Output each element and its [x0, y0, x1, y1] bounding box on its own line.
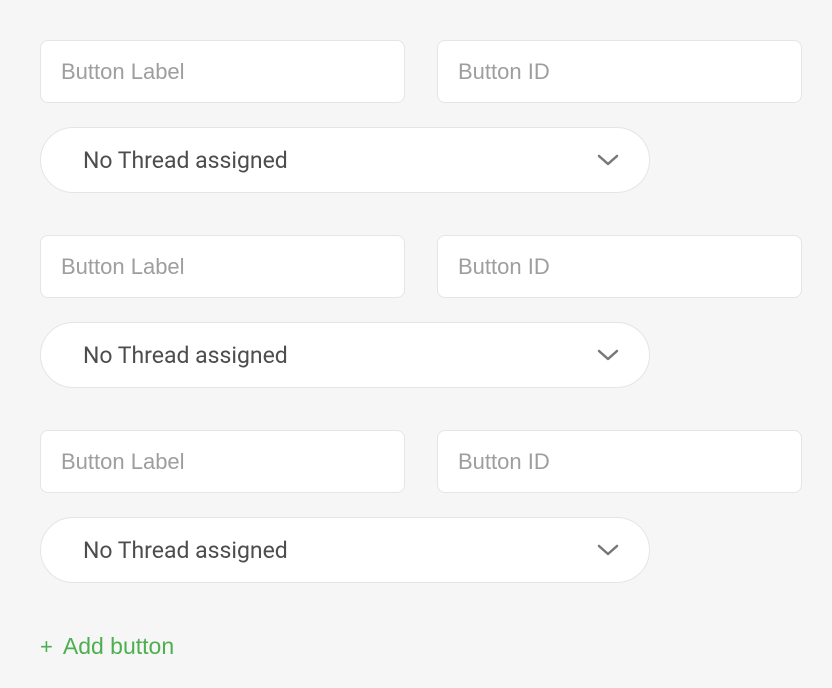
- input-pair: [40, 40, 802, 103]
- chevron-down-icon: [595, 537, 621, 563]
- input-pair: [40, 235, 802, 298]
- dropdown-selected-label: No Thread assigned: [83, 537, 288, 564]
- add-button[interactable]: + Add button: [40, 633, 802, 660]
- chevron-down-icon: [595, 147, 621, 173]
- button-config-row: No Thread assigned: [40, 430, 802, 583]
- dropdown-selected-label: No Thread assigned: [83, 342, 288, 369]
- input-pair: [40, 430, 802, 493]
- button-id-input[interactable]: [437, 430, 802, 493]
- thread-dropdown[interactable]: No Thread assigned: [40, 517, 650, 583]
- dropdown-selected-label: No Thread assigned: [83, 147, 288, 174]
- button-id-input[interactable]: [437, 235, 802, 298]
- chevron-down-icon: [595, 342, 621, 368]
- thread-dropdown[interactable]: No Thread assigned: [40, 127, 650, 193]
- add-button-label: Add button: [63, 633, 174, 660]
- button-label-input[interactable]: [40, 235, 405, 298]
- button-label-input[interactable]: [40, 40, 405, 103]
- button-id-input[interactable]: [437, 40, 802, 103]
- button-config-row: No Thread assigned: [40, 40, 802, 193]
- thread-dropdown[interactable]: No Thread assigned: [40, 322, 650, 388]
- plus-icon: +: [40, 636, 53, 658]
- button-label-input[interactable]: [40, 430, 405, 493]
- button-config-row: No Thread assigned: [40, 235, 802, 388]
